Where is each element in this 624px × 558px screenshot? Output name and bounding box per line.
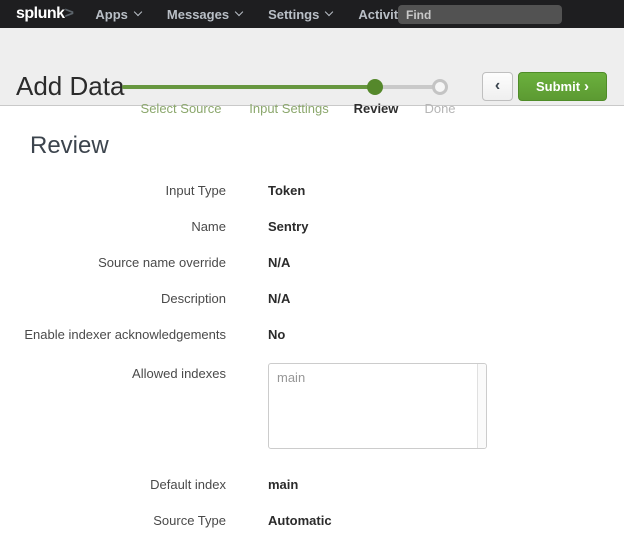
listbox-item: main (277, 370, 468, 386)
fields-bottom: Default index main Source Type Automatic (0, 477, 624, 528)
field-label: Allowed indexes (0, 363, 226, 381)
chevron-left-icon: ‹ (495, 77, 500, 95)
field-label: Source Type (0, 513, 226, 528)
submit-button[interactable]: Submit › (518, 72, 607, 101)
nav-item-label: Apps (95, 7, 128, 22)
top-nav: splunk> AppsMessagesSettingsActivity (0, 0, 624, 28)
field-row: Source Type Automatic (0, 513, 624, 528)
field-value: main (268, 477, 298, 492)
progress-current-dot (367, 79, 383, 95)
scrollbar[interactable] (477, 364, 486, 448)
field-row: Description N/A (0, 291, 624, 306)
field-row: Input Type Token (0, 183, 624, 198)
splunk-logo-chevron-icon: > (65, 5, 74, 22)
nav-item-settings[interactable]: Settings (268, 7, 332, 22)
submit-button-label: Submit (536, 79, 580, 94)
find-input[interactable] (398, 5, 562, 24)
field-row: Default index main (0, 477, 624, 492)
splunk-logo-text: splunk (16, 5, 65, 22)
field-value: Sentry (268, 219, 308, 234)
caret-down-icon (134, 8, 142, 16)
nav-menu: AppsMessagesSettingsActivity (95, 7, 444, 22)
chevron-right-icon: › (584, 78, 589, 95)
allowed-indexes-listbox[interactable]: main (268, 363, 487, 449)
nav-item-label: Settings (268, 7, 319, 22)
field-value: Automatic (268, 513, 332, 528)
field-label: Input Type (0, 183, 226, 198)
review-heading: Review (30, 132, 624, 160)
field-value: No (268, 327, 285, 342)
field-label: Source name override (0, 255, 226, 270)
field-label: Default index (0, 477, 226, 492)
caret-down-icon (235, 8, 243, 16)
back-button[interactable]: ‹ (482, 72, 513, 101)
field-row: Enable indexer acknowledgements No (0, 327, 624, 342)
field-value: N/A (268, 255, 290, 270)
page-title: Add Data (16, 71, 124, 102)
review-panel: Review Input Type Token Name Sentry Source n… (0, 107, 624, 549)
field-value: N/A (268, 291, 290, 306)
field-label: Description (0, 291, 226, 306)
nav-item-label: Messages (167, 7, 229, 22)
wizard-header: Add Data Select SourceInput SettingsRevi… (0, 28, 624, 106)
field-row: Name Sentry (0, 219, 624, 234)
nav-item-messages[interactable]: Messages (167, 7, 242, 22)
field-label: Enable indexer acknowledgements (0, 327, 226, 342)
field-value: Token (268, 183, 305, 198)
allowed-indexes-row: Allowed indexes main (0, 363, 624, 449)
progress-line-done (122, 85, 375, 89)
field-row: Source name override N/A (0, 255, 624, 270)
progress-pending-ring (432, 79, 448, 95)
caret-down-icon (325, 8, 333, 16)
field-label: Name (0, 219, 226, 234)
splunk-logo: splunk> (16, 5, 73, 23)
fields-top: Input Type Token Name Sentry Source name ove… (0, 183, 624, 342)
progress-line-todo (375, 85, 440, 89)
nav-item-apps[interactable]: Apps (95, 7, 141, 22)
